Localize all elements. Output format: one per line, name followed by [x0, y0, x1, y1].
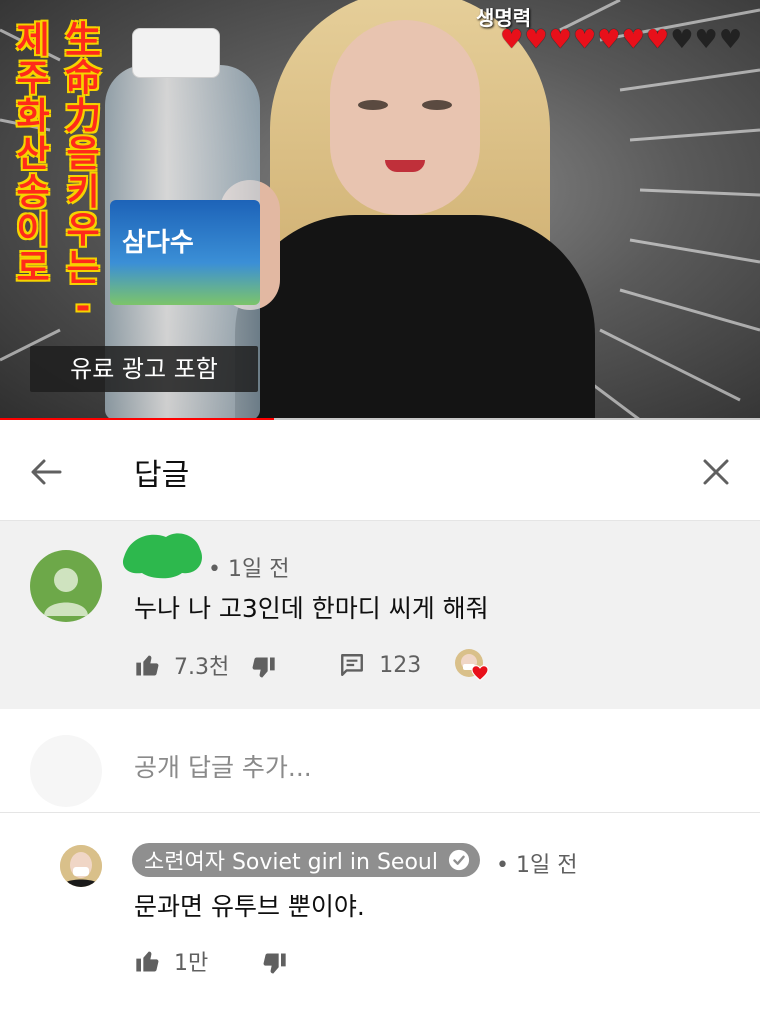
title-glyph: 송: [16, 172, 50, 213]
heart-full-icon: ♥: [548, 25, 572, 55]
reply-count: 123: [379, 652, 422, 678]
lips: [385, 160, 425, 172]
comment-icon[interactable]: [339, 652, 365, 678]
reply-actions: 1만: [134, 943, 288, 979]
bottle-label-text: 삼다수: [122, 228, 194, 258]
right-eye: [422, 100, 452, 110]
title-glyph: -: [75, 286, 91, 327]
thumbs-up-icon[interactable]: [134, 947, 162, 975]
heart-full-icon: ♥: [524, 25, 548, 55]
black-shirt: [235, 215, 595, 420]
progress-fill: [0, 418, 274, 420]
thumbs-down-icon[interactable]: [249, 654, 277, 682]
heart-icon: [471, 665, 489, 681]
video-player[interactable]: 삼다수 제주화산송이로 生命力을키우는- 생명력 ♥ ♥ ♥ ♥ ♥ ♥ ♥ ♥ ♥ ♥ 유료 광…: [0, 0, 760, 420]
arrow-left-icon[interactable]: [26, 452, 66, 492]
hp-hearts: ♥ ♥ ♥ ♥ ♥ ♥ ♥ ♥ ♥ ♥: [500, 26, 742, 54]
title-glyph: 生: [64, 20, 101, 61]
heart-full-icon: ♥: [572, 25, 597, 55]
reply-comment: 소련여자 Soviet girl in Seoul • 1일 전 문과면 유투브…: [0, 813, 760, 1014]
reply-timestamp: • 1일 전: [496, 853, 578, 878]
author-avatar-image: [60, 845, 102, 887]
replies-header: 답글: [0, 424, 760, 521]
title-glyph: 로: [16, 248, 50, 289]
thumbs-down-icon[interactable]: [260, 950, 288, 978]
reply-input[interactable]: 공개 답글 추가...: [134, 748, 312, 784]
heart-empty-icon: ♥: [694, 25, 718, 55]
page-title: 답글: [134, 458, 190, 493]
redacted-author-name: [122, 533, 202, 579]
author-chip[interactable]: 소련여자 Soviet girl in Seoul: [132, 843, 480, 877]
heart-empty-icon: ♥: [670, 25, 694, 55]
heart-empty-icon: ♥: [718, 25, 743, 55]
title-glyph: 제: [16, 20, 50, 61]
video-title-left: 제주화산송이로: [12, 22, 54, 288]
creator-heart: [455, 649, 489, 681]
verified-check-icon: [448, 849, 470, 871]
left-eye: [358, 100, 388, 110]
close-icon[interactable]: [696, 452, 736, 492]
like-count: 1만: [174, 951, 209, 976]
author-name: 소련여자 Soviet girl in Seoul: [144, 850, 438, 875]
title-glyph: 이: [16, 210, 50, 251]
title-glyph: 우: [66, 210, 100, 251]
comment-actions: 7.3천 123: [134, 647, 489, 683]
bottle-label: 삼다수: [110, 200, 260, 305]
video-title-right: 生命力을키우는-: [62, 22, 104, 326]
heart-full-icon: ♥: [597, 25, 621, 55]
like-count: 7.3천: [174, 655, 230, 680]
title-glyph: 力: [64, 96, 101, 137]
face: [330, 20, 480, 215]
parent-comment: • 1일 전 누나 나 고3인데 한마디 씨게 해줘 7.3천 123: [0, 521, 760, 709]
add-reply-bar[interactable]: 공개 답글 추가...: [0, 710, 760, 813]
title-glyph: 는: [66, 248, 100, 289]
title-glyph: 을: [66, 134, 100, 175]
avatar[interactable]: [60, 845, 102, 887]
comment-text: 누나 나 고3인데 한마디 씨게 해줘: [134, 594, 489, 623]
reply-text: 문과면 유투브 뿐이야.: [134, 892, 365, 921]
heart-full-icon: ♥: [621, 25, 645, 55]
title-glyph: 화: [16, 96, 50, 137]
thumbs-up-icon[interactable]: [134, 651, 162, 679]
paid-promotion-badge[interactable]: 유료 광고 포함: [30, 346, 258, 392]
title-glyph: 주: [16, 58, 50, 99]
bottle-cap: [132, 28, 220, 78]
user-silhouette-icon: [44, 568, 88, 616]
my-avatar: [30, 735, 102, 807]
comment-timestamp: • 1일 전: [208, 557, 290, 582]
avatar[interactable]: [30, 550, 102, 622]
title-glyph: 키: [66, 172, 100, 213]
title-glyph: 산: [16, 134, 50, 175]
progress-bar[interactable]: [0, 418, 760, 420]
heart-full-icon: ♥: [645, 25, 670, 55]
title-glyph: 命: [64, 58, 101, 99]
heart-full-icon: ♥: [500, 25, 524, 55]
